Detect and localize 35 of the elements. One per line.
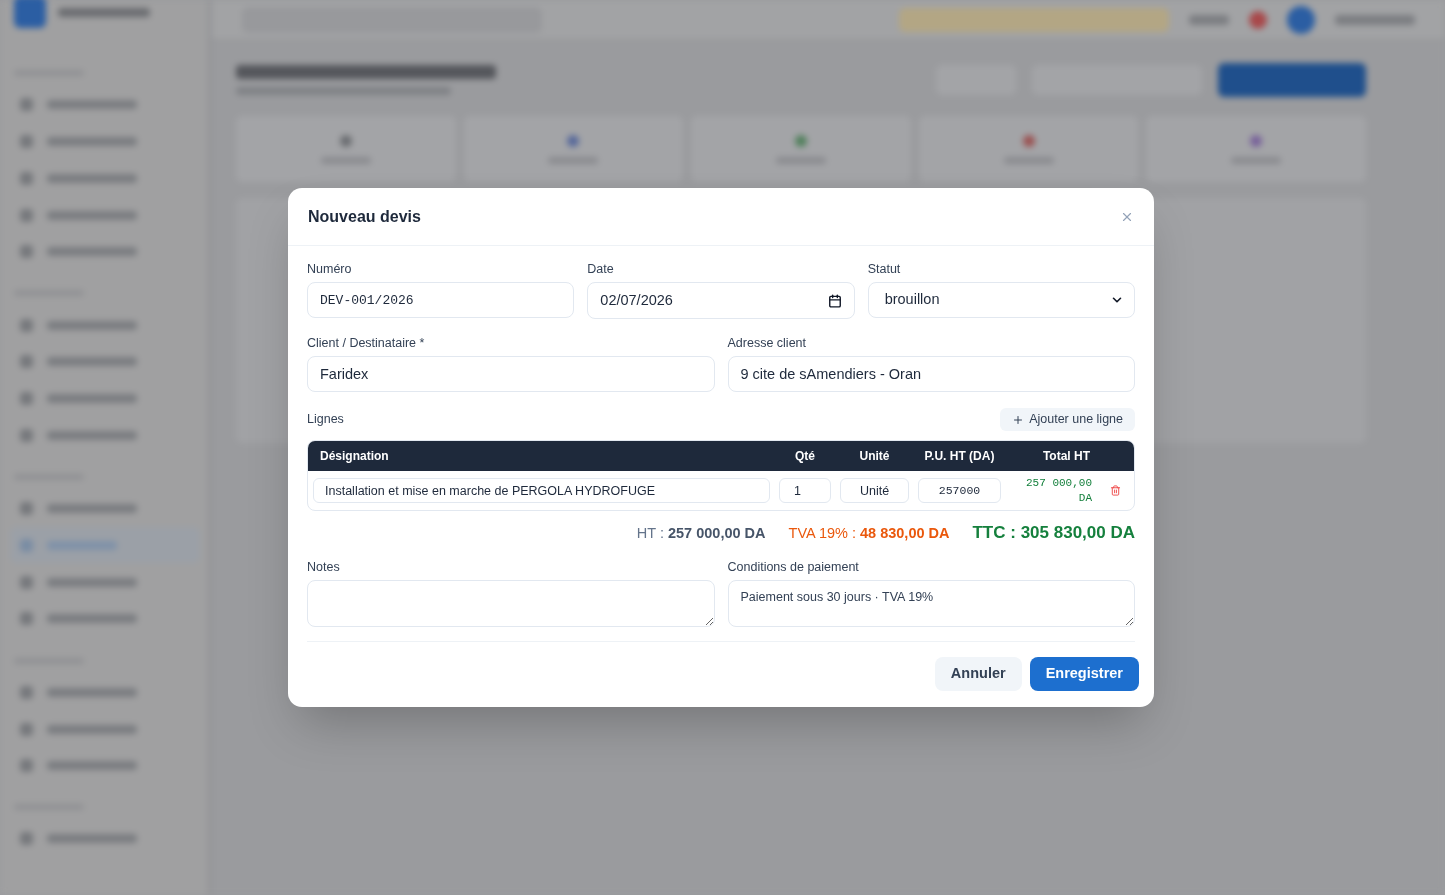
unit-price-field[interactable]: 257000	[918, 478, 1001, 503]
trash-icon[interactable]	[1109, 485, 1121, 496]
status-select[interactable]: brouillon	[867, 282, 1135, 318]
notes-field[interactable]	[307, 580, 715, 627]
total-amount: TTC : 305 830,00 DA	[972, 522, 1135, 544]
total-amount: HT : 257 000,00 DA	[636, 524, 766, 543]
save-button[interactable]: Enregistrer	[1029, 657, 1139, 691]
quantity-field[interactable]: 1	[779, 478, 831, 503]
field-label: Conditions de paiement	[727, 560, 860, 575]
text-field[interactable]: Faridex	[307, 356, 715, 392]
column-header: Désignation	[319, 448, 390, 465]
line-total: 257 000,00 DA	[1025, 475, 1092, 506]
payment-terms-field[interactable]: Paiement sous 30 jours · TVA 19%	[727, 580, 1135, 627]
unit-field[interactable]: Unité	[840, 478, 909, 503]
plus-icon	[1012, 413, 1025, 426]
calendar-icon[interactable]	[827, 293, 842, 308]
designation-field[interactable]: Installation et mise en marche de PERGOLA HYDROFUGE	[313, 478, 770, 503]
field-label: Adresse client	[727, 336, 807, 351]
text-field[interactable]: DEV-001/2026	[307, 282, 575, 318]
add-line-button[interactable]: Ajouter une ligne	[1000, 408, 1135, 431]
column-header: P.U. HT (DA)	[923, 448, 996, 465]
field-label: Numéro	[307, 262, 353, 277]
column-header: Unité	[858, 448, 891, 465]
field-label: Statut	[867, 262, 902, 277]
field-label: Date	[587, 262, 615, 277]
field-label: Notes	[307, 560, 341, 575]
field-label: Client / Destinataire *	[307, 336, 426, 351]
column-header: Total HT	[1041, 448, 1091, 465]
lines-label: Lignes	[307, 411, 344, 429]
text-field[interactable]: 9 cite de sAmendiers - Oran	[727, 356, 1135, 392]
dialog-title: Nouveau devis	[308, 206, 421, 227]
total-amount: TVA 19% : 48 830,00 DA	[788, 524, 950, 543]
date-field[interactable]: 02/07/2026	[587, 282, 855, 319]
cancel-button[interactable]: Annuler	[934, 657, 1022, 691]
column-header: Qté	[794, 448, 816, 465]
